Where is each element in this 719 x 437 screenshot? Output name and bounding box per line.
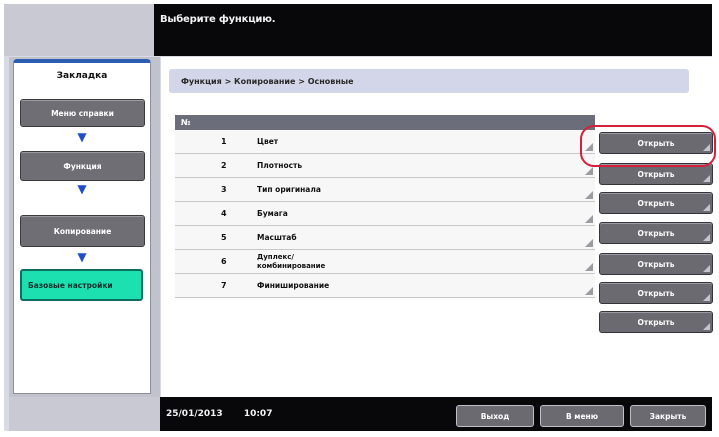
table-header: № (175, 115, 595, 130)
date-text: 25/01/2013 (166, 409, 223, 419)
open-button-original-type[interactable]: Открыть (599, 192, 713, 214)
main-content: Функция > Копирование > Основные № 1 Цве… (161, 57, 713, 397)
sidebar-item-help-menu[interactable]: Меню справки (20, 99, 145, 127)
table-row[interactable]: 1 Цвет (175, 130, 595, 154)
breadcrumb-text: Функция > Копирование > Основные (181, 76, 354, 86)
time-text: 10:07 (243, 409, 273, 419)
message-bar: Выберите функцию. (154, 4, 712, 56)
table-row[interactable]: 4 Бумага (175, 202, 595, 226)
row-label: Плотность (257, 161, 303, 170)
row-number: 1 (221, 137, 227, 146)
header-message: Выберите функцию. (160, 14, 276, 25)
open-button-label: Открыть (637, 259, 675, 269)
sidebar-item-label: Функция (63, 161, 102, 171)
corner-mark-icon (585, 191, 593, 199)
header-left-area (4, 4, 154, 56)
row-label: Бумага (257, 209, 288, 218)
table-row[interactable]: 7 Финиширование (175, 274, 595, 298)
corner-mark-icon (703, 294, 710, 301)
row-label: Тип оригинала (257, 185, 321, 194)
row-number: 7 (221, 281, 227, 290)
corner-mark-icon (703, 204, 710, 211)
to-menu-button[interactable]: В меню (540, 405, 624, 427)
row-number: 6 (221, 257, 227, 266)
open-button-label: Открыть (637, 288, 675, 298)
row-label: Дуплекс/ комбинирование (257, 253, 326, 270)
close-button-label: Закрыть (649, 411, 687, 421)
sidebar-item-label: Копирование (53, 226, 112, 236)
row-number: 4 (221, 209, 227, 218)
row-label: Финиширование (257, 281, 330, 290)
exit-button-label: Выход (480, 411, 510, 421)
table-row[interactable]: 5 Масштаб (175, 226, 595, 250)
open-button-label: Открыть (637, 228, 675, 238)
sidebar-item-basic-settings[interactable]: Базовые настройки (20, 269, 143, 301)
open-button-label: Открыть (637, 198, 675, 208)
datetime-readout: 25/01/2013 10:07 (166, 409, 290, 419)
function-table: № 1 Цвет 2 Плотность 3 Тип оригинала 4 Б… (175, 115, 595, 298)
sidebar-tab-title: Закладка (56, 71, 108, 81)
footer-bar: 25/01/2013 10:07 Выход В меню Закрыть (160, 397, 712, 431)
open-button-duplex[interactable]: Открыть (599, 282, 713, 304)
corner-mark-icon (703, 323, 710, 330)
open-button-label: Открыть (637, 317, 675, 327)
row-label: Цвет (257, 137, 279, 146)
corner-mark-icon (585, 239, 593, 247)
sidebar: Закладка Меню справки ▼ Функция ▼ Копиро… (9, 57, 160, 397)
row-number: 3 (221, 185, 227, 194)
open-button-finishing[interactable]: Открыть (599, 311, 713, 333)
corner-mark-icon (585, 263, 593, 271)
open-button-label: Открыть (637, 169, 675, 179)
to-menu-button-label: В меню (565, 411, 599, 421)
close-button[interactable]: Закрыть (630, 405, 706, 427)
breadcrumb: Функция > Копирование > Основные (169, 69, 689, 93)
sidebar-item-label: Меню справки (51, 108, 114, 118)
open-button-zoom[interactable]: Открыть (599, 253, 713, 275)
corner-mark-icon (585, 287, 593, 295)
row-number: 2 (221, 161, 227, 170)
table-row[interactable]: 2 Плотность (175, 154, 595, 178)
exit-button[interactable]: Выход (456, 405, 534, 427)
corner-mark-icon (585, 215, 593, 223)
sidebar-item-copy[interactable]: Копирование (20, 215, 145, 247)
table-row[interactable]: 6 Дуплекс/ комбинирование (175, 250, 595, 274)
corner-mark-icon (703, 175, 710, 182)
corner-mark-icon (703, 234, 710, 241)
highlight-circle (580, 125, 716, 167)
sidebar-item-function[interactable]: Функция (20, 151, 145, 181)
down-arrow-icon: ▼ (77, 130, 87, 144)
down-arrow-icon: ▼ (77, 182, 87, 196)
open-button-paper[interactable]: Открыть (599, 222, 713, 244)
row-label: Масштаб (257, 233, 297, 242)
row-number: 5 (221, 233, 227, 242)
sidebar-tab-bookmark[interactable]: Закладка Меню справки ▼ Функция ▼ Копиро… (13, 59, 151, 394)
corner-mark-icon (585, 167, 593, 175)
table-row[interactable]: 3 Тип оригинала (175, 178, 595, 202)
corner-mark-icon (703, 265, 710, 272)
footer-left-area (9, 397, 160, 431)
sidebar-item-label: Базовые настройки (28, 280, 113, 290)
down-arrow-icon: ▼ (77, 250, 87, 264)
